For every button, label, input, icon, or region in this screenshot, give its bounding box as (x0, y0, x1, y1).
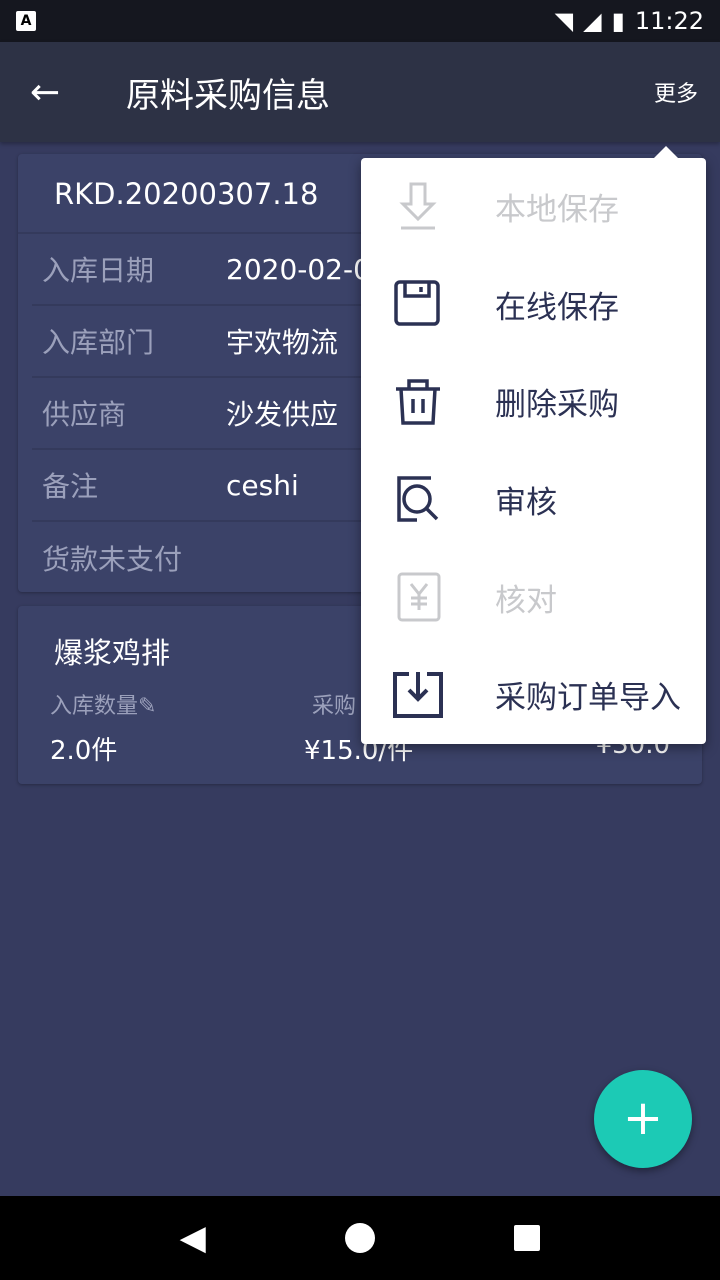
signal-icon: ◢ (583, 7, 602, 35)
menu-item-verify[interactable]: 核对 (361, 548, 706, 646)
page-title: 原料采购信息 (126, 75, 330, 116)
field-value: ceshi (226, 468, 299, 502)
back-arrow-icon[interactable]: ← (30, 72, 80, 113)
yen-receipt-icon (397, 572, 441, 622)
nav-home-icon[interactable] (345, 1223, 376, 1253)
item-name: 爆浆鸡排 (54, 636, 171, 670)
menu-item-local-save[interactable]: 本地保存 (361, 158, 706, 256)
download-icon (399, 182, 437, 230)
overflow-menu: 本地保存 在线保存 删除采购 审核 核对 采购订单导入 (361, 146, 706, 744)
menu-item-label: 在线保存 (495, 289, 619, 326)
import-icon (393, 671, 443, 718)
menu-item-label: 本地保存 (495, 192, 619, 229)
battery-icon: ▮ (611, 7, 625, 35)
wifi-icon: ◥ (554, 7, 574, 35)
qty-label[interactable]: 入库数量✎ (50, 688, 156, 720)
search-audit-icon (397, 475, 439, 522)
price-label: 采购 (312, 694, 357, 719)
menu-item-import[interactable]: 采购订单导入 (361, 646, 706, 744)
field-value: 2020-02-0 (226, 252, 371, 286)
menu-item-delete[interactable]: 删除采购 (361, 353, 706, 451)
status-bar: A ◥ ◢ ▮ 11:22 (0, 0, 720, 42)
menu-item-label: 采购订单导入 (495, 680, 681, 717)
floppy-save-icon (394, 280, 440, 327)
field-label: 货款未支付 (42, 543, 183, 576)
trash-icon (396, 379, 440, 425)
menu-item-label: 审核 (495, 485, 557, 522)
field-label: 入库部门 (42, 326, 155, 359)
nav-recents-icon[interactable] (514, 1225, 541, 1251)
menu-item-online-save[interactable]: 在线保存 (361, 256, 706, 354)
notification-icon: A (16, 11, 36, 31)
system-nav-bar: ◀ (0, 1196, 720, 1280)
field-label: 入库日期 (42, 254, 155, 287)
plus-icon: + (622, 1090, 664, 1146)
app-bar: ← 原料采购信息 更多 (0, 42, 720, 142)
add-fab-button[interactable]: + (594, 1070, 692, 1168)
more-button[interactable]: 更多 (654, 76, 698, 108)
menu-item-label: 核对 (495, 582, 557, 619)
field-value: 宇欢物流 (226, 326, 339, 359)
item-qty: 2.0件 (50, 736, 118, 766)
field-label: 备注 (42, 470, 99, 503)
field-value: 沙发供应 (226, 398, 339, 431)
edit-pencil-icon: ✎ (138, 694, 157, 719)
menu-item-audit[interactable]: 审核 (361, 451, 706, 549)
clock: 11:22 (634, 7, 704, 35)
field-label: 供应商 (42, 398, 127, 431)
nav-back-icon[interactable]: ◀ (180, 1218, 206, 1258)
menu-item-label: 删除采购 (495, 387, 619, 424)
